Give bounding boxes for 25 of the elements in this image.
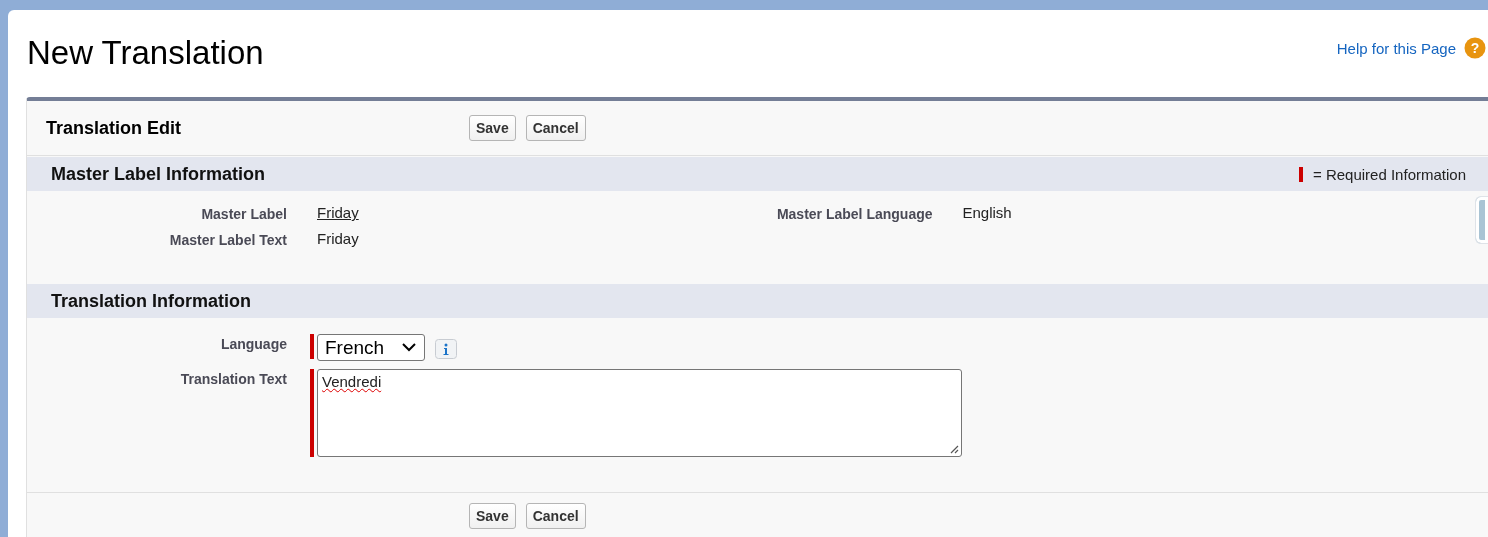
field-value: English: [962, 204, 1012, 221]
field-label: Translation Text: [179, 370, 287, 387]
panel-title: Translation Edit: [45, 117, 183, 139]
panel-button[interactable]: Save: [469, 503, 516, 529]
field-label: Master Label: [200, 205, 287, 222]
required-marker: [1299, 166, 1303, 182]
panel-button[interactable]: Cancel: [525, 115, 586, 141]
side-tab-handle[interactable]: [1475, 196, 1488, 244]
panel-button[interactable]: Cancel: [525, 503, 586, 529]
field-label: Language: [219, 335, 287, 352]
required-legend: = Required Information: [1313, 165, 1466, 183]
section-title: Translation Information: [51, 290, 251, 312]
resize-grip-icon[interactable]: [949, 444, 959, 454]
panel-button[interactable]: Save: [469, 115, 516, 141]
language-select[interactable]: French: [317, 334, 426, 361]
field-value: Friday: [317, 230, 359, 247]
translation-text-field[interactable]: Vendredi: [317, 369, 962, 457]
help-link[interactable]: Help for this Page: [1336, 39, 1456, 57]
page-title: New Translation: [27, 34, 264, 72]
field-value-link[interactable]: Friday: [317, 204, 359, 221]
field-label: Master Label Language: [775, 205, 933, 222]
chevron-icon: [402, 343, 417, 352]
info-icon[interactable]: [435, 339, 458, 359]
field-label: Master Label Text: [168, 231, 287, 248]
section-title: Master Label Information: [51, 163, 266, 185]
